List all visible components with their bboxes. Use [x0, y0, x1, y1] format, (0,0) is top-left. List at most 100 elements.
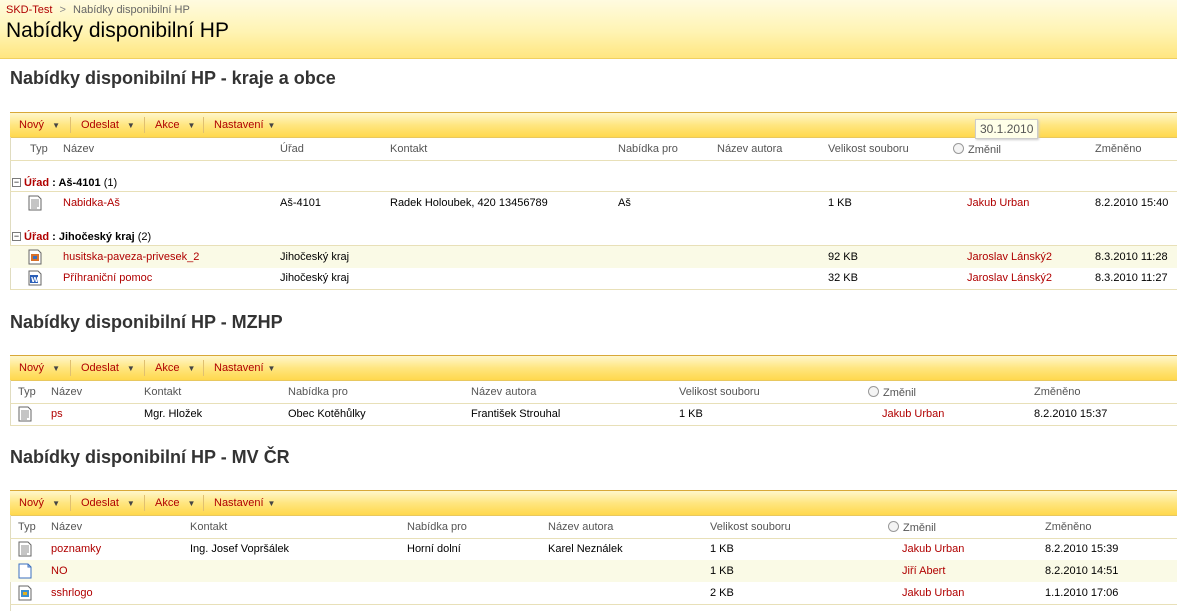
dropdown-arrow-icon: ▼ [187, 121, 196, 130]
table-row[interactable]: Nabidka-Aš Aš-4101 Radek Holoubek, 420 1… [10, 191, 1177, 214]
header-author[interactable]: Název autora [471, 386, 536, 398]
item-changed: 8.2.2010 15:39 [1045, 543, 1119, 555]
item-office: Aš-4101 [280, 197, 321, 209]
send-menu[interactable]: Odeslat ▼ [81, 356, 135, 380]
header-size[interactable]: Velikost souboru [679, 386, 760, 398]
presence-icon [868, 386, 879, 397]
toolbar-separator [203, 495, 204, 511]
header-size[interactable]: Velikost souboru [828, 143, 909, 155]
item-changed-by-link[interactable]: Jakub Urban [902, 543, 964, 555]
header-changed-by[interactable]: Změnil [888, 521, 936, 534]
header-changed[interactable]: Změněno [1045, 521, 1091, 533]
item-changed-by-link[interactable]: Jaroslav Lánský2 [967, 272, 1052, 284]
item-changed-by-link[interactable]: Jakub Urban [902, 587, 964, 599]
header-author[interactable]: Název autora [548, 521, 613, 533]
item-name-link[interactable]: NO [51, 565, 68, 577]
header-author[interactable]: Název autora [717, 143, 782, 155]
header-changed[interactable]: Změněno [1095, 143, 1141, 155]
item-changed-by-link[interactable]: Jiří Abert [902, 565, 945, 577]
header-contact[interactable]: Kontakt [190, 521, 227, 533]
dropdown-arrow-icon: ▼ [187, 364, 196, 373]
header-type[interactable]: Typ [18, 521, 36, 533]
item-changed: 8.2.2010 15:37 [1034, 408, 1108, 420]
header-contact[interactable]: Kontakt [144, 386, 181, 398]
item-name-link[interactable]: husitska-paveza-privesek_2 [63, 251, 199, 263]
header-row-mvcr: Typ Název Kontakt Nabídka pro Název auto… [10, 516, 1177, 539]
item-changed-by-link[interactable]: Jakub Urban [882, 408, 944, 420]
settings-menu-label: Nastavení [214, 362, 264, 374]
header-type[interactable]: Typ [30, 143, 48, 155]
header-size[interactable]: Velikost souboru [710, 521, 791, 533]
header-contact[interactable]: Kontakt [390, 143, 427, 155]
item-changed: 1.1.2010 17:06 [1045, 587, 1119, 599]
new-menu[interactable]: Nový ▼ [19, 356, 60, 380]
new-menu-label: Nový [19, 362, 45, 374]
table-row[interactable]: poznamky Ing. Josef Vopršálek Horní doln… [10, 538, 1177, 560]
item-changed: 8.3.2010 11:28 [1095, 251, 1168, 263]
header-offer-for[interactable]: Nabídka pro [618, 143, 678, 155]
item-author: František Strouhal [471, 408, 561, 420]
header-name[interactable]: Název [51, 386, 82, 398]
breadcrumb: SKD-Test > Nabídky disponibilní HP [6, 4, 190, 16]
settings-menu-label: Nastavení [214, 497, 264, 509]
breadcrumb-site-link[interactable]: SKD-Test [6, 4, 52, 16]
item-name-link[interactable]: Nabidka-Aš [63, 197, 120, 209]
toolbar-separator [70, 495, 71, 511]
header-offer-for[interactable]: Nabídka pro [407, 521, 467, 533]
header-changed-by[interactable]: Změnil [953, 143, 1001, 156]
group-label: Úřad [24, 231, 50, 243]
header-changed-by-label: Změnil [968, 144, 1002, 156]
actions-menu[interactable]: Akce ▼ [155, 356, 195, 380]
section-title-mzhp: Nabídky disponibilní HP - MZHP [10, 312, 283, 332]
header-type[interactable]: Typ [18, 386, 36, 398]
send-menu[interactable]: Odeslat ▼ [81, 491, 135, 515]
header-changed[interactable]: Změněno [1034, 386, 1080, 398]
actions-menu[interactable]: Akce ▼ [155, 491, 195, 515]
header-changed-by[interactable]: Změnil [868, 386, 916, 399]
item-office: Jihočeský kraj [280, 272, 350, 284]
table-row[interactable]: sshrlogo 2 KB Jakub Urban 1.1.2010 17:06 [10, 582, 1177, 605]
collapse-icon[interactable]: − [12, 232, 21, 241]
item-changed: 8.3.2010 11:27 [1095, 272, 1168, 284]
section-title-mvcr: Nabídky disponibilní HP - MV ČR [10, 447, 290, 467]
header-name[interactable]: Název [63, 143, 94, 155]
group-label-wrap: Úřad : Jihočeský kraj (2) [24, 231, 151, 243]
text-document-icon [28, 195, 42, 211]
group-colon: : [49, 231, 59, 243]
item-size: 32 KB [828, 272, 858, 284]
header-offer-for[interactable]: Nabídka pro [288, 386, 348, 398]
item-size: 2 KB [710, 587, 734, 599]
header-office[interactable]: Úřad [280, 143, 304, 155]
settings-menu[interactable]: Nastavení ▼ [214, 113, 275, 137]
item-name-link[interactable]: poznamky [51, 543, 101, 555]
toolbar-separator [203, 360, 204, 376]
item-changed-by-link[interactable]: Jakub Urban [967, 197, 1029, 209]
collapse-icon[interactable]: − [12, 178, 21, 187]
header-name[interactable]: Název [51, 521, 82, 533]
new-menu[interactable]: Nový ▼ [19, 113, 60, 137]
settings-menu[interactable]: Nastavení ▼ [214, 356, 275, 380]
table-row[interactable]: W Příhraniční pomoc Jihočeský kraj 32 KB… [10, 267, 1177, 290]
item-name-link[interactable]: ps [51, 408, 63, 420]
actions-menu[interactable]: Akce ▼ [155, 113, 195, 137]
table-row[interactable]: NO 1 KB Jiří Abert 8.2.2010 14:51 [10, 560, 1177, 582]
toolbar-mvcr: Nový ▼ Odeslat ▼ Akce ▼ Nastavení ▼ [10, 490, 1177, 516]
group-count: (1) [103, 177, 118, 189]
item-contact: Radek Holoubek, 420 13456789 [390, 197, 548, 209]
actions-menu-label: Akce [155, 497, 180, 509]
send-menu[interactable]: Odeslat ▼ [81, 113, 135, 137]
table-row[interactable]: ps Mgr. Hložek Obec Kotěhůlky František … [10, 403, 1177, 426]
toolbar-separator [70, 117, 71, 133]
actions-menu-label: Akce [155, 119, 180, 131]
item-name-link[interactable]: sshrlogo [51, 587, 93, 599]
item-changed-by-link[interactable]: Jaroslav Lánský2 [967, 251, 1052, 263]
header-row-mzhp: Typ Název Kontakt Nabídka pro Název auto… [10, 381, 1177, 404]
settings-menu[interactable]: Nastavení ▼ [214, 491, 275, 515]
toolbar-separator [203, 117, 204, 133]
item-name-link[interactable]: Příhraniční pomoc [63, 272, 152, 284]
svg-text:W: W [31, 276, 39, 284]
new-menu[interactable]: Nový ▼ [19, 491, 60, 515]
table-row[interactable]: husitska-paveza-privesek_2 Jihočeský kra… [10, 245, 1177, 268]
toolbar-separator [144, 495, 145, 511]
header-row-kraje: Typ Název Úřad Kontakt Nabídka pro Název… [10, 138, 1177, 161]
